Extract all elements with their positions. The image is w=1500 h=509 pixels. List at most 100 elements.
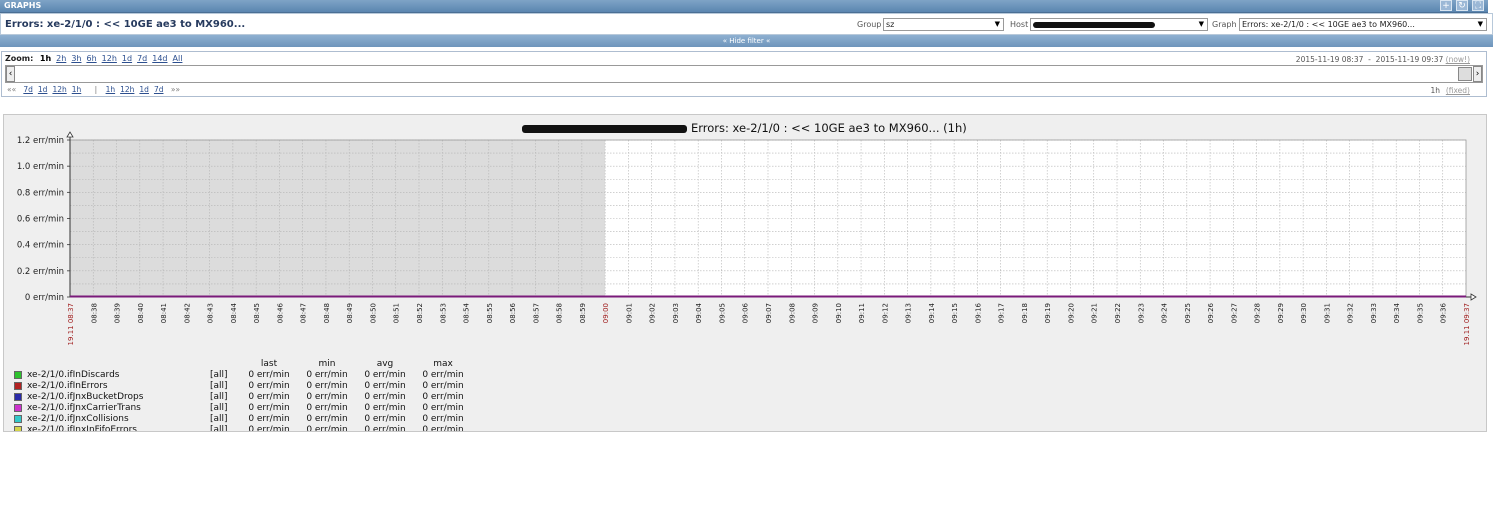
x-tick-label: 19.11 09:37 (1463, 303, 1471, 345)
graph-select-value: Errors: xe-2/1/0 : << 10GE ae3 to MX960.… (1242, 20, 1415, 29)
x-tick-label: 08:40 (137, 303, 145, 323)
x-tick-label: 09:36 (1440, 302, 1448, 323)
scroll-right-icon[interactable]: › (1473, 66, 1482, 82)
x-tick-label: 09:04 (695, 302, 703, 323)
x-tick-label: 08:46 (276, 302, 284, 323)
refresh-icon[interactable]: ↻ (1456, 0, 1468, 11)
scroll-left-icon[interactable]: ‹ (6, 66, 15, 82)
period-scrollbar[interactable]: ‹ › (5, 65, 1483, 83)
legend-color-swatch (14, 371, 22, 379)
x-tick-label: 08:49 (346, 303, 354, 323)
legend-item-name: xe-2/1/0.ifJnxInFifoErrors (27, 425, 137, 432)
x-tick-label: 09:32 (1347, 303, 1355, 323)
x-tick-label: 08:38 (90, 303, 98, 323)
x-tick-label: 09:12 (881, 303, 889, 323)
graph-label: Graph (1212, 20, 1237, 29)
x-tick-label: 19.11 08:37 (67, 303, 75, 345)
legend-value-last: 0 err/min (248, 403, 290, 413)
period-length: 1h (1430, 86, 1440, 95)
nav-forward-12h[interactable]: 12h (120, 85, 134, 94)
zoom-option-7d[interactable]: 7d (137, 54, 147, 63)
x-tick-label: 09:16 (974, 302, 982, 323)
nav-back-arrows[interactable]: «« (7, 85, 16, 94)
x-tick-label: 09:28 (1254, 303, 1262, 323)
now-link[interactable]: (now!) (1446, 55, 1470, 64)
zoom-option-14d[interactable]: 14d (152, 54, 167, 63)
legend-value-last: 0 err/min (248, 425, 290, 432)
x-tick-label: 09:06 (742, 302, 750, 323)
nav-back-12h[interactable]: 12h (52, 85, 66, 94)
legend-value-max: 0 err/min (422, 425, 464, 432)
host-select[interactable]: ▼ (1030, 18, 1208, 31)
zoom-option-6h[interactable]: 6h (86, 54, 96, 63)
x-tick-label: 08:52 (416, 303, 424, 323)
x-tick-label: 09:08 (788, 303, 796, 323)
legend-color-swatch (14, 382, 22, 390)
x-tick-label: 09:23 (1137, 303, 1145, 323)
x-tick-label: 08:57 (532, 303, 540, 323)
filter-bar: Errors: xe-2/1/0 : << 10GE ae3 to MX960.… (0, 13, 1493, 35)
nav-forward-1h[interactable]: 1h (106, 85, 116, 94)
zoom-option-3h[interactable]: 3h (71, 54, 81, 63)
nav-back-1d[interactable]: 1d (38, 85, 48, 94)
x-axis-arrow (1470, 293, 1477, 301)
x-tick-label: 08:55 (486, 303, 494, 323)
nav-forward-arrows[interactable]: »» (171, 85, 180, 94)
nav-forward-7d[interactable]: 7d (154, 85, 164, 94)
legend-header-avg: avg (376, 359, 394, 369)
x-tick-label: 09:26 (1207, 302, 1215, 323)
legend-header-max: max (433, 359, 453, 369)
group-label: Group (857, 20, 882, 29)
x-tick-label: 09:20 (1067, 303, 1075, 323)
x-tick-label: 08:39 (114, 303, 122, 323)
y-tick-label: 0.4 err/min (17, 241, 64, 251)
x-tick-label: 09:35 (1416, 303, 1424, 323)
chevron-down-icon: ▼ (1477, 20, 1483, 28)
x-tick-label: 09:01 (625, 303, 633, 323)
nav-forward-links: 1h 12h 1d 7d (106, 85, 169, 94)
fixed-toggle[interactable]: (fixed) (1446, 86, 1470, 95)
legend-header-last: last (260, 359, 278, 369)
x-tick-label: 09:09 (812, 303, 820, 323)
x-tick-label: 09:30 (1300, 303, 1308, 323)
zoom-option-2h[interactable]: 2h (56, 54, 66, 63)
legend-item-function: [all] (210, 425, 228, 432)
x-tick-label: 08:44 (230, 302, 238, 323)
legend-value-min: 0 err/min (306, 392, 348, 402)
nav-back-7d[interactable]: 7d (23, 85, 33, 94)
nav-back-1h[interactable]: 1h (72, 85, 82, 94)
zoom-option-1d[interactable]: 1d (122, 54, 132, 63)
graph-select[interactable]: Errors: xe-2/1/0 : << 10GE ae3 to MX960.… (1239, 18, 1487, 31)
x-tick-label: 09:07 (765, 303, 773, 323)
zoom-option-all[interactable]: All (173, 54, 183, 63)
scrollbar-thumb[interactable] (1458, 67, 1472, 81)
x-tick-label: 09:05 (718, 303, 726, 323)
legend-value-avg: 0 err/min (364, 425, 406, 432)
x-tick-label: 09:00 (602, 303, 610, 323)
x-tick-label: 09:19 (1044, 303, 1052, 323)
x-tick-label: 09:34 (1393, 302, 1401, 323)
nav-separator: | (94, 85, 98, 94)
legend-value-avg: 0 err/min (364, 414, 406, 424)
zoom-option-1h[interactable]: 1h (40, 54, 51, 63)
zoom-label: Zoom: (5, 54, 34, 63)
add-to-favorites-icon[interactable]: + (1440, 0, 1452, 11)
zoom-links: 1h 2h 3h 6h 12h 1d 7d 14d All (40, 54, 188, 63)
x-tick-label: 08:53 (439, 303, 447, 323)
legend-value-min: 0 err/min (306, 414, 348, 424)
y-tick-label: 0 err/min (25, 293, 64, 303)
group-select[interactable]: sz ▼ (883, 18, 1004, 31)
fullscreen-icon[interactable]: ⛶ (1472, 0, 1484, 11)
x-tick-label: 08:43 (207, 303, 215, 323)
x-tick-label: 09:15 (951, 303, 959, 323)
zoom-option-12h[interactable]: 12h (102, 54, 117, 63)
legend-value-last: 0 err/min (248, 370, 290, 380)
graphs-header: GRAPHS + ↻ ⛶ (0, 0, 1488, 13)
hide-filter-toggle[interactable]: « Hide filter « (0, 35, 1493, 47)
legend-value-min: 0 err/min (306, 381, 348, 391)
nav-forward-1d[interactable]: 1d (139, 85, 149, 94)
x-tick-label: 08:51 (393, 303, 401, 323)
graph-panel: Errors: xe-2/1/0 : << 10GE ae3 to MX960.… (3, 114, 1487, 432)
legend-item-name: xe-2/1/0.ifJnxBucketDrops (27, 392, 144, 402)
chevron-down-icon: ▼ (994, 20, 1000, 28)
